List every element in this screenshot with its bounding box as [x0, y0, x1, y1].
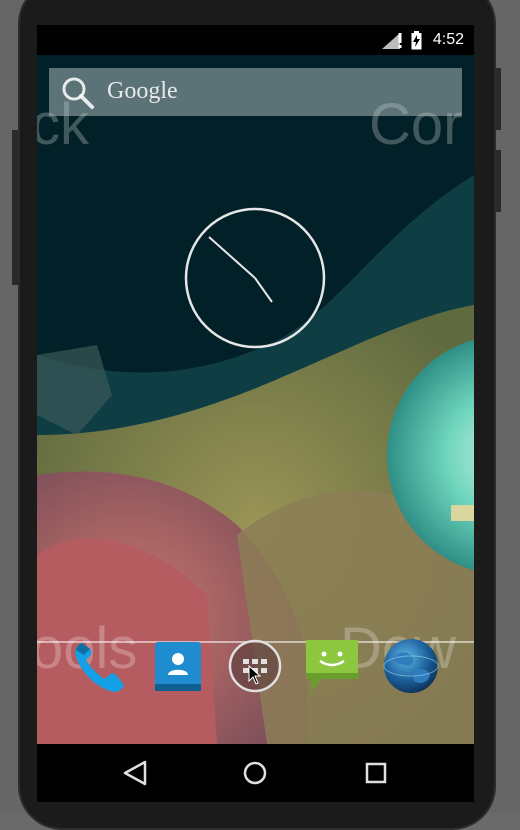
- analog-clock[interactable]: [184, 207, 326, 349]
- dock-phone[interactable]: [70, 637, 128, 695]
- mouse-cursor-icon: [248, 665, 262, 685]
- clock-hour-hand: [254, 277, 273, 303]
- recents-icon[interactable]: [358, 756, 394, 790]
- battery-icon: [411, 31, 422, 50]
- contacts-icon: [155, 642, 201, 691]
- home-icon[interactable]: [237, 756, 273, 790]
- search-bar-label: Google: [107, 78, 178, 104]
- dock-contacts[interactable]: [149, 637, 207, 695]
- dock-app-drawer[interactable]: [226, 637, 284, 695]
- status-time: 4:52: [432, 31, 464, 48]
- status-bar: 4:52: [37, 25, 474, 55]
- device-side-button-right-top: [496, 68, 501, 130]
- globe-icon: [383, 639, 439, 693]
- dock-messaging[interactable]: [303, 637, 361, 695]
- search-icon: [62, 77, 94, 109]
- dock-browser[interactable]: [382, 637, 440, 695]
- back-icon[interactable]: [117, 756, 153, 790]
- google-search-bar[interactable]: Google: [49, 68, 462, 116]
- emulator-background: 4:52 ck Cor Google: [0, 0, 520, 830]
- no-sim-icon: [398, 33, 402, 48]
- phone-icon: [75, 643, 124, 692]
- messaging-icon: [306, 640, 358, 691]
- clock-minute-hand: [208, 236, 256, 279]
- navigation-bar: [37, 744, 474, 802]
- device-side-button-left: [12, 130, 18, 285]
- device-screen: 4:52 ck Cor Google: [37, 25, 474, 802]
- device-side-button-right-bottom: [496, 150, 501, 212]
